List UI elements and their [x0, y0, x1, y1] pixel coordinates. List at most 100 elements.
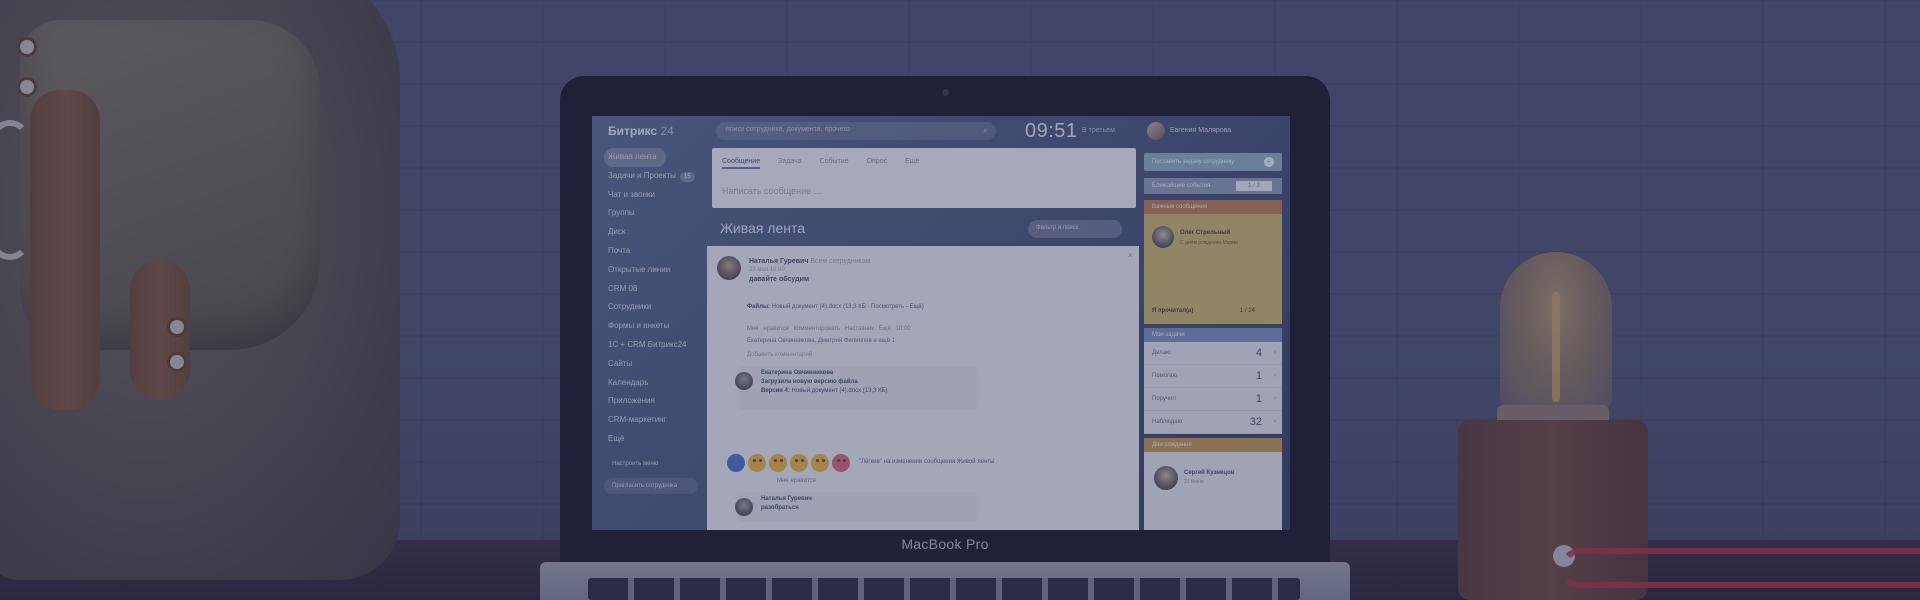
nav-item-tasks[interactable]: Задачи и Проекты 15: [604, 167, 696, 186]
feed-post: × Наталья Гуревич Всем сотрудникам 23 ма…: [707, 246, 1139, 530]
comment-text: Загрузила новую версию файла: [761, 379, 858, 385]
assign-task-button[interactable]: Поставить задачу сотруднику +: [1144, 153, 1282, 171]
nav-item-sites[interactable]: Сайты: [604, 355, 696, 374]
post-composer: Сообщение Задача Событие Опрос Ещё Напис…: [712, 148, 1136, 208]
like-icon[interactable]: [727, 454, 745, 472]
announcement-text: С днём рождения Марии: [1180, 240, 1238, 246]
avatar[interactable]: [1154, 466, 1178, 490]
nav-item-feed[interactable]: Живая лента: [604, 148, 666, 167]
nav-item-open-lines[interactable]: Открытые линии: [604, 261, 696, 280]
nav-item-apps[interactable]: Приложения: [604, 392, 696, 411]
user-avatar[interactable]: [1147, 122, 1165, 140]
comment-version: Версия 4: Новый документ (4).docx (13,3 …: [761, 388, 888, 394]
tab-task[interactable]: Задача: [778, 158, 802, 169]
configure-menu-button[interactable]: Настроить меню: [604, 456, 698, 472]
chevron-right-icon: ›: [1273, 418, 1276, 425]
nav-item-employees[interactable]: Сотрудники: [604, 298, 696, 317]
logo-text: Битрикс: [608, 124, 658, 138]
clock[interactable]: 09:51: [1025, 120, 1078, 143]
mark-read-button[interactable]: Я прочитал(а): [1152, 308, 1193, 314]
file-link[interactable]: Новый документ (4).docx: [792, 388, 862, 394]
avatar[interactable]: [1152, 226, 1174, 248]
angry-icon[interactable]: [832, 454, 850, 472]
files-label: Файлы:: [747, 304, 771, 310]
left-nav: Живая лента Задачи и Проекты 15 Чат и зво…: [604, 148, 696, 449]
wow-icon[interactable]: [769, 454, 787, 472]
nav-item-crm[interactable]: CRM 08: [604, 280, 696, 299]
backpack-rivet: [170, 320, 184, 334]
comment-author[interactable]: Екатерина Овчинникова: [761, 370, 833, 376]
nav-item-crm-marketing[interactable]: CRM-маркетинг: [604, 411, 696, 430]
work-status[interactable]: В третьем: [1082, 127, 1115, 134]
search-placeholder: поиск сотрудника, документа, прочего: [726, 126, 850, 133]
nav-item-more[interactable]: Ещё: [604, 430, 696, 449]
task-row-watching[interactable]: Наблюдаю 32 ›: [1144, 411, 1282, 434]
chevron-right-icon: ›: [1273, 372, 1276, 379]
post-actions[interactable]: Мне нравится Комментировать Наставник Ещ…: [747, 326, 911, 332]
post-likes[interactable]: Екатерина Овчинникова, Дмитрий Филиппов …: [747, 338, 895, 344]
nav-badge: 15: [679, 171, 695, 182]
nav-item-label: Задачи и Проекты: [608, 170, 676, 180]
plus-icon: +: [1264, 157, 1274, 167]
task-row-helping[interactable]: Помогаю 1 ›: [1144, 365, 1282, 388]
sad-icon[interactable]: [811, 454, 829, 472]
cry-icon[interactable]: [790, 454, 808, 472]
task-count: 4: [1255, 347, 1262, 359]
tab-more[interactable]: Ещё: [905, 158, 919, 169]
composer-tabs: Сообщение Задача Событие Опрос Ещё: [722, 158, 919, 169]
like-link[interactable]: Мне нравится: [777, 478, 816, 484]
birthday-name[interactable]: Сергей Кузнецов: [1184, 470, 1234, 476]
app-logo[interactable]: Битрикс 24: [608, 124, 674, 138]
add-comment-link[interactable]: Добавить комментарий: [747, 352, 812, 358]
events-pager[interactable]: 1 / 2: [1236, 181, 1272, 191]
backpack-rivet: [20, 80, 34, 94]
comment-author[interactable]: Наталья Гуревич: [761, 496, 812, 502]
file-link[interactable]: Новый документ (4).docx: [772, 304, 842, 310]
nav-item-groups[interactable]: Группы: [604, 204, 696, 223]
my-tasks-header[interactable]: Мои задачи: [1144, 328, 1282, 342]
my-tasks: Делаю 4 › Помогаю 1 › Поручил 1 › Наблюдаю 32 ›: [1144, 342, 1282, 434]
close-icon[interactable]: ×: [1128, 250, 1133, 260]
backpack-strap: [30, 90, 100, 410]
post-recipient: Всем сотрудникам: [810, 258, 871, 265]
nav-item-1c-crm[interactable]: 1С + CRM Битрикс24: [604, 336, 696, 355]
upcoming-events[interactable]: Ближайшие события 1 / 2: [1144, 178, 1282, 194]
tab-message[interactable]: Сообщение: [722, 158, 761, 169]
chevron-right-icon: ›: [1273, 349, 1276, 356]
announcement-author[interactable]: Олег Стрельный: [1180, 230, 1230, 236]
task-count: 1: [1255, 393, 1262, 405]
search-input[interactable]: поиск сотрудника, документа, прочего ⌕: [716, 122, 996, 140]
post-author[interactable]: Наталья Гуревич Всем сотрудникам: [749, 258, 871, 265]
nav-item-disk[interactable]: Диск: [604, 223, 696, 242]
invite-employee-button[interactable]: Пригласить сотрудника: [604, 478, 698, 494]
task-row-assigned[interactable]: Поручил 1 ›: [1144, 388, 1282, 411]
announcement-pager[interactable]: 1 / 24: [1240, 308, 1255, 314]
laugh-icon[interactable]: [748, 454, 766, 472]
camera-icon: [942, 89, 949, 96]
tab-poll[interactable]: Опрос: [867, 158, 888, 169]
nav-item-calendar[interactable]: Календарь: [604, 374, 696, 393]
task-row-doing[interactable]: Делаю 4 ›: [1144, 342, 1282, 365]
user-name[interactable]: Евгения Малярова: [1170, 127, 1231, 134]
message-input[interactable]: Написать сообщение ...: [722, 186, 821, 196]
tab-event[interactable]: Событие: [820, 158, 849, 169]
comment-text: разобраться: [761, 505, 799, 511]
nav-item-mail[interactable]: Почта: [604, 242, 696, 261]
announcements-header: Важные сообщения: [1144, 200, 1282, 214]
backpack-rivet: [170, 355, 184, 369]
feed-filter-input[interactable]: Фильтр и поиск: [1028, 220, 1122, 238]
avatar[interactable]: [735, 372, 753, 390]
backpack: [0, 0, 400, 580]
nav-item-forms[interactable]: Формы и анкеты: [604, 317, 696, 336]
birthday-date: 21 Июня: [1184, 479, 1204, 485]
laptop-keyboard: [540, 562, 1350, 600]
red-cable: [1560, 548, 1920, 588]
avatar[interactable]: [735, 498, 753, 516]
post-date: 23 мая 10:00: [749, 267, 785, 273]
backpack-rope: [0, 120, 30, 260]
laptop-brand: MacBook Pro: [901, 536, 989, 552]
search-icon[interactable]: ⌕: [983, 125, 988, 136]
avatar[interactable]: [717, 256, 741, 280]
announcement-card: Олег Стрельный С днём рождения Марии Я п…: [1144, 214, 1282, 324]
nav-item-chat[interactable]: Чат и звонки: [604, 186, 696, 205]
